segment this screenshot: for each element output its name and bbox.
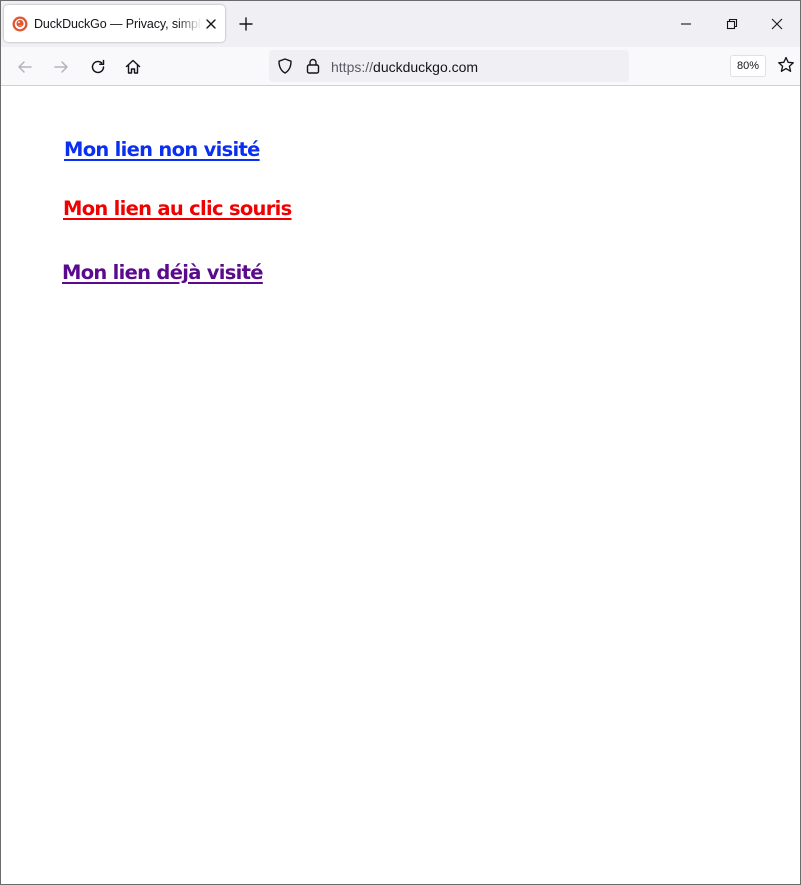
url-host: duckduckgo.com xyxy=(373,59,479,75)
navigation-toolbar: https://duckduckgo.com 80% xyxy=(1,47,800,86)
tracking-protection-shield-icon[interactable] xyxy=(276,57,294,75)
window-close-icon[interactable] xyxy=(766,13,788,35)
zoom-level-button[interactable]: 80% xyxy=(730,55,766,77)
forward-arrow-icon[interactable] xyxy=(51,57,71,77)
reload-icon[interactable] xyxy=(88,57,108,77)
link-visited[interactable]: Mon lien déjà visité xyxy=(62,261,263,284)
url-scheme: https:// xyxy=(331,59,374,75)
url-text[interactable]: https://duckduckgo.com xyxy=(331,58,478,76)
browser-window: DuckDuckGo — Privacy, simplified. xyxy=(0,0,801,885)
page-content: Mon lien non visité Mon lien au clic sou… xyxy=(1,87,800,884)
duckduckgo-favicon-icon xyxy=(12,16,28,32)
tab-title: DuckDuckGo — Privacy, simplified. xyxy=(34,17,202,31)
new-tab-plus-icon[interactable] xyxy=(237,15,255,33)
restore-icon[interactable] xyxy=(721,13,743,35)
tab-strip: DuckDuckGo — Privacy, simplified. xyxy=(1,1,800,47)
lock-icon[interactable] xyxy=(304,57,322,75)
home-icon[interactable] xyxy=(123,57,143,77)
back-arrow-icon[interactable] xyxy=(15,57,35,77)
link-unvisited[interactable]: Mon lien non visité xyxy=(64,138,260,161)
minimize-icon[interactable] xyxy=(675,13,697,35)
tab-close-icon[interactable] xyxy=(203,16,219,32)
bookmark-star-icon[interactable] xyxy=(776,55,796,75)
tab-duckduckgo[interactable]: DuckDuckGo — Privacy, simplified. xyxy=(4,5,225,42)
link-active[interactable]: Mon lien au clic souris xyxy=(63,197,292,220)
